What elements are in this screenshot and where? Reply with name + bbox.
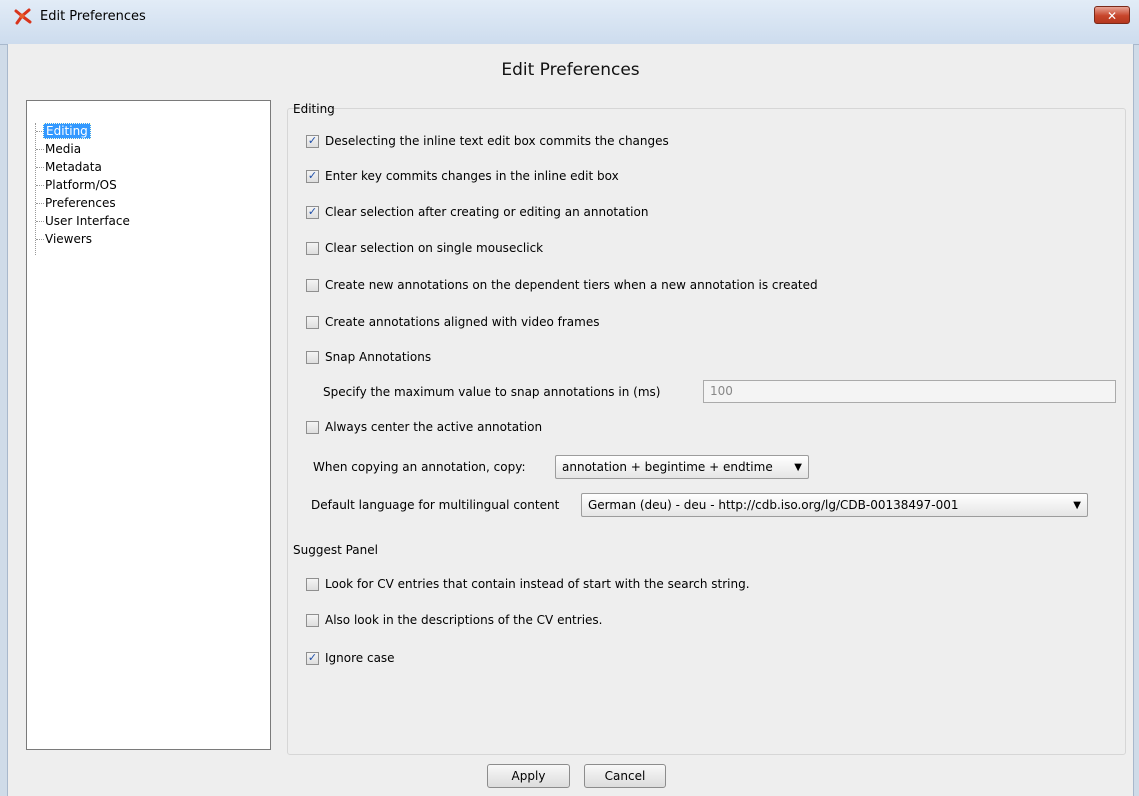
default-language-value: German (deu) - deu - http://cdb.iso.org/… — [588, 498, 959, 512]
cancel-button[interactable]: Cancel — [584, 764, 666, 788]
option-label: Snap Annotations — [325, 350, 432, 364]
checkbox[interactable] — [306, 577, 319, 591]
window-title: Edit Preferences — [40, 9, 146, 24]
option-video-frames[interactable]: Create annotations aligned with video fr… — [306, 314, 599, 330]
checkbox[interactable] — [306, 315, 319, 329]
dialog-body: Edit Preferences Editing Media Metadata … — [7, 44, 1134, 796]
suggest-section-title: Suggest Panel — [293, 543, 378, 557]
option-label: Ignore case — [325, 651, 395, 665]
checkbox-checked[interactable]: ✓ — [306, 205, 319, 219]
option-clear-on-click[interactable]: Clear selection on single mouseclick — [306, 240, 543, 256]
option-label: Enter key commits changes in the inline … — [325, 169, 619, 183]
category-tree[interactable]: Editing Media Metadata Platform/OS Prefe… — [26, 100, 271, 750]
editing-section-title: Editing — [293, 102, 335, 116]
tree-connector — [35, 123, 36, 255]
checkbox-checked[interactable]: ✓ — [306, 651, 319, 665]
checkbox[interactable] — [306, 278, 319, 292]
tree-item-user-interface[interactable]: User Interface — [43, 213, 132, 229]
default-language-select[interactable]: German (deu) - deu - http://cdb.iso.org/… — [581, 493, 1088, 517]
option-clear-after-edit[interactable]: ✓ Clear selection after creating or edit… — [306, 204, 648, 220]
option-enter-commits[interactable]: ✓ Enter key commits changes in the inlin… — [306, 168, 619, 184]
tree-item-metadata[interactable]: Metadata — [43, 159, 104, 175]
elan-logo-icon — [14, 8, 32, 25]
checkbox-checked[interactable]: ✓ — [306, 134, 319, 148]
option-contains-search[interactable]: Look for CV entries that contain instead… — [306, 576, 750, 592]
option-label: Always center the active annotation — [325, 420, 543, 434]
title-bar: Edit Preferences ✕ — [0, 0, 1139, 45]
option-label: Also look in the descriptions of the CV … — [325, 613, 603, 627]
chevron-down-icon: ▼ — [794, 462, 802, 473]
snap-max-input[interactable]: 100 — [703, 380, 1116, 403]
option-label: Create new annotations on the dependent … — [325, 278, 818, 292]
tree-item-viewers[interactable]: Viewers — [43, 231, 94, 247]
option-deselect-commits[interactable]: ✓ Deselecting the inline text edit box c… — [306, 133, 669, 149]
chevron-down-icon: ▼ — [1073, 500, 1081, 511]
snap-max-label: Specify the maximum value to snap annota… — [323, 385, 661, 399]
dialog-heading: Edit Preferences — [501, 60, 640, 80]
option-label: Deselecting the inline text edit box com… — [325, 134, 669, 148]
checkbox[interactable] — [306, 350, 319, 364]
edit-preferences-window: Edit Preferences ✕ Edit Preferences Edit… — [0, 0, 1139, 796]
option-search-descriptions[interactable]: Also look in the descriptions of the CV … — [306, 612, 602, 628]
tree-item-platform-os[interactable]: Platform/OS — [43, 177, 119, 193]
tree-item-media[interactable]: Media — [43, 141, 83, 157]
copy-mode-label: When copying an annotation, copy: — [313, 460, 526, 474]
checkbox[interactable] — [306, 420, 319, 434]
tree-item-preferences[interactable]: Preferences — [43, 195, 118, 211]
option-snap-annotations[interactable]: Snap Annotations — [306, 349, 431, 365]
option-dependent-tiers[interactable]: Create new annotations on the dependent … — [306, 277, 818, 293]
close-button[interactable]: ✕ — [1094, 6, 1130, 24]
copy-mode-select[interactable]: annotation + begintime + endtime ▼ — [555, 455, 809, 479]
apply-button[interactable]: Apply — [487, 764, 570, 788]
option-center-active[interactable]: Always center the active annotation — [306, 419, 542, 435]
tree-item-editing[interactable]: Editing — [43, 123, 91, 139]
option-label: Create annotations aligned with video fr… — [325, 315, 600, 329]
option-label: Clear selection on single mouseclick — [325, 241, 544, 255]
checkbox-checked[interactable]: ✓ — [306, 169, 319, 183]
close-icon: ✕ — [1106, 9, 1118, 23]
option-ignore-case[interactable]: ✓ Ignore case — [306, 650, 395, 666]
checkbox[interactable] — [306, 241, 319, 255]
option-label: Clear selection after creating or editin… — [325, 205, 649, 219]
checkbox[interactable] — [306, 613, 319, 627]
default-language-label: Default language for multilingual conten… — [311, 498, 560, 512]
copy-mode-value: annotation + begintime + endtime — [562, 460, 773, 474]
option-label: Look for CV entries that contain instead… — [325, 577, 750, 591]
